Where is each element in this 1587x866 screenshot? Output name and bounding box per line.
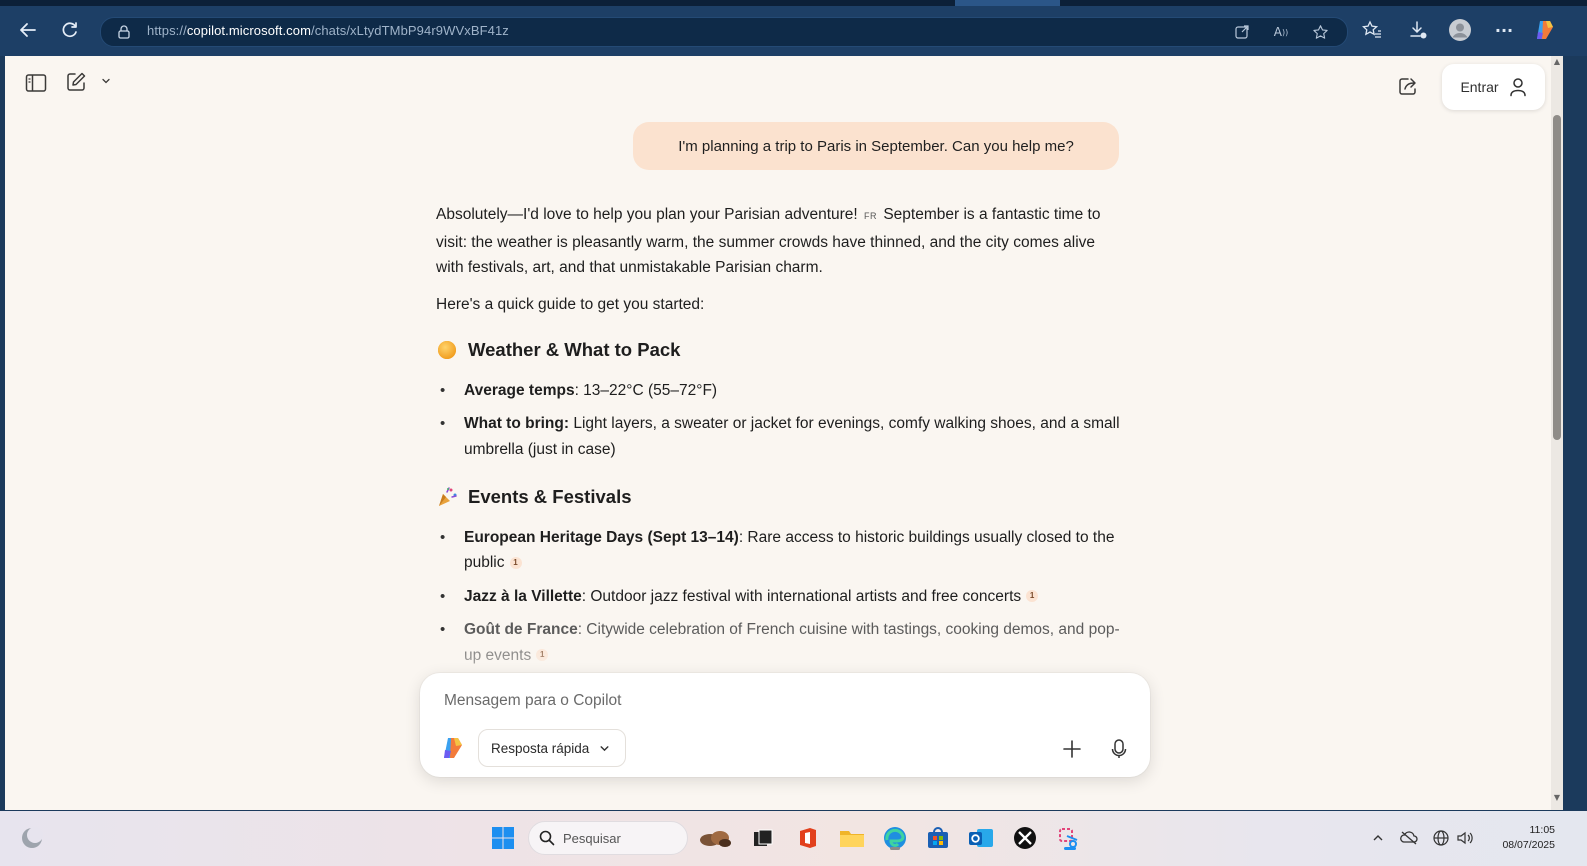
read-aloud-icon[interactable]: A)) xyxy=(1272,23,1290,41)
share-icon xyxy=(1399,78,1416,95)
volume-icon[interactable] xyxy=(1456,829,1474,847)
user-message: I'm planning a trip to Paris in Septembe… xyxy=(633,122,1119,170)
store-icon[interactable] xyxy=(924,824,952,852)
response-mode-select[interactable]: Resposta rápida xyxy=(478,729,626,767)
weather-list: Average temps: 13–22°C (55–72°F) What to… xyxy=(436,378,1126,463)
lock-icon[interactable] xyxy=(116,24,132,44)
back-button[interactable] xyxy=(16,18,40,42)
message-input[interactable] xyxy=(442,689,1046,713)
reply-intro: Absolutely—I'd love to help you plan you… xyxy=(436,206,1101,276)
start-button[interactable] xyxy=(489,824,517,852)
task-view-icon[interactable] xyxy=(749,824,777,852)
assistant-reply: Absolutely—I'd love to help you plan you… xyxy=(436,202,1126,668)
tab-strip xyxy=(0,0,1587,6)
chevron-down-icon xyxy=(600,745,609,751)
list-item: Jazz à la Villette: Outdoor jazz festiva… xyxy=(440,584,1126,610)
list-item: Average temps: 13–22°C (55–72°F) xyxy=(440,378,1126,404)
citation-badge[interactable]: 1 xyxy=(509,556,522,569)
copilot-page: Entrar I'm planning a trip to Paris in S… xyxy=(5,56,1551,810)
file-explorer-icon[interactable] xyxy=(838,824,866,852)
scroll-up-arrow-icon[interactable]: ▲ xyxy=(1552,57,1562,67)
add-attachment-button[interactable] xyxy=(1060,737,1084,761)
xbox-icon[interactable] xyxy=(1011,824,1039,852)
citation-badge[interactable]: 1 xyxy=(1026,590,1039,603)
show-hidden-icons-button[interactable] xyxy=(1369,829,1387,847)
sidebar-toggle-button[interactable] xyxy=(23,70,49,96)
address-bar[interactable]: https://copilot.microsoft.com/chats/xLty… xyxy=(100,17,1348,47)
new-chat-button[interactable] xyxy=(63,69,89,95)
party-popper-icon xyxy=(439,487,457,506)
section-title-events: Events & Festivals xyxy=(436,484,1126,510)
search-icon xyxy=(539,830,555,846)
profile-avatar-icon[interactable] xyxy=(1448,18,1472,42)
refresh-button[interactable] xyxy=(58,18,82,42)
office-app-icon[interactable] xyxy=(794,824,822,852)
microphone-icon xyxy=(1111,739,1127,758)
user-message-text: I'm planning a trip to Paris in Septembe… xyxy=(678,137,1074,155)
sidebar-icon xyxy=(25,74,47,92)
chevron-down-icon xyxy=(102,78,110,84)
windows-taskbar: Pesquisar 11:05 08/07/2025 xyxy=(0,811,1587,866)
refresh-icon xyxy=(62,22,77,38)
plus-icon xyxy=(1063,740,1081,758)
windows-logo-icon xyxy=(492,827,514,849)
reply-guide-intro: Here's a quick guide to get you started: xyxy=(436,295,705,313)
taskbar-search-label: Pesquisar xyxy=(563,830,621,846)
signin-button[interactable]: Entrar xyxy=(1442,64,1545,110)
browser-toolbar: https://copilot.microsoft.com/chats/xLty… xyxy=(0,0,1587,56)
widgets-icon[interactable] xyxy=(18,824,46,852)
copilot-sidebar-icon[interactable] xyxy=(1533,18,1557,42)
open-in-app-icon[interactable] xyxy=(1233,23,1251,41)
snipping-tool-icon[interactable] xyxy=(1055,824,1083,852)
url-text[interactable]: https://copilot.microsoft.com/chats/xLty… xyxy=(147,23,509,38)
star-icon[interactable] xyxy=(1311,23,1329,41)
sun-icon xyxy=(438,340,456,359)
more-options-icon[interactable]: ··· xyxy=(1492,18,1516,42)
network-globe-icon[interactable] xyxy=(1432,829,1450,847)
signin-label: Entrar xyxy=(1460,79,1499,95)
compose-icon xyxy=(67,72,86,91)
flag-fr-icon: FR xyxy=(864,211,878,221)
list-item: European Heritage Days (Sept 13–14): Rar… xyxy=(440,525,1126,576)
edge-browser-icon[interactable] xyxy=(881,824,909,852)
taskbar-search[interactable]: Pesquisar xyxy=(528,821,688,855)
favorites-icon[interactable] xyxy=(1360,18,1384,42)
active-indicator xyxy=(1064,847,1076,850)
clock-time: 11:05 xyxy=(1529,824,1556,836)
message-composer: Resposta rápida xyxy=(420,673,1150,777)
scroll-down-arrow-icon[interactable]: ▼ xyxy=(1552,793,1562,803)
active-indicator xyxy=(890,847,900,850)
response-mode-label: Resposta rápida xyxy=(491,740,590,756)
weather-widget-icon[interactable] xyxy=(697,824,733,852)
list-item: What to bring: Light layers, a sweater o… xyxy=(440,411,1126,462)
downloads-icon[interactable] xyxy=(1406,18,1430,42)
share-button[interactable] xyxy=(1395,73,1421,99)
chevron-up-icon xyxy=(1373,835,1383,841)
scrollbar-thumb[interactable] xyxy=(1553,115,1561,440)
clock-date: 08/07/2025 xyxy=(1502,839,1555,851)
system-clock[interactable]: 11:05 08/07/2025 xyxy=(1485,823,1555,853)
cloud-sync-icon[interactable] xyxy=(1400,829,1418,847)
person-icon xyxy=(1509,78,1526,97)
new-chat-dropdown[interactable] xyxy=(98,73,114,89)
copilot-logo-icon xyxy=(440,736,466,760)
section-title-weather: Weather & What to Pack xyxy=(436,337,1126,363)
outlook-icon[interactable] xyxy=(967,824,995,852)
voice-input-button[interactable] xyxy=(1107,736,1131,762)
arrow-left-icon xyxy=(20,23,36,37)
